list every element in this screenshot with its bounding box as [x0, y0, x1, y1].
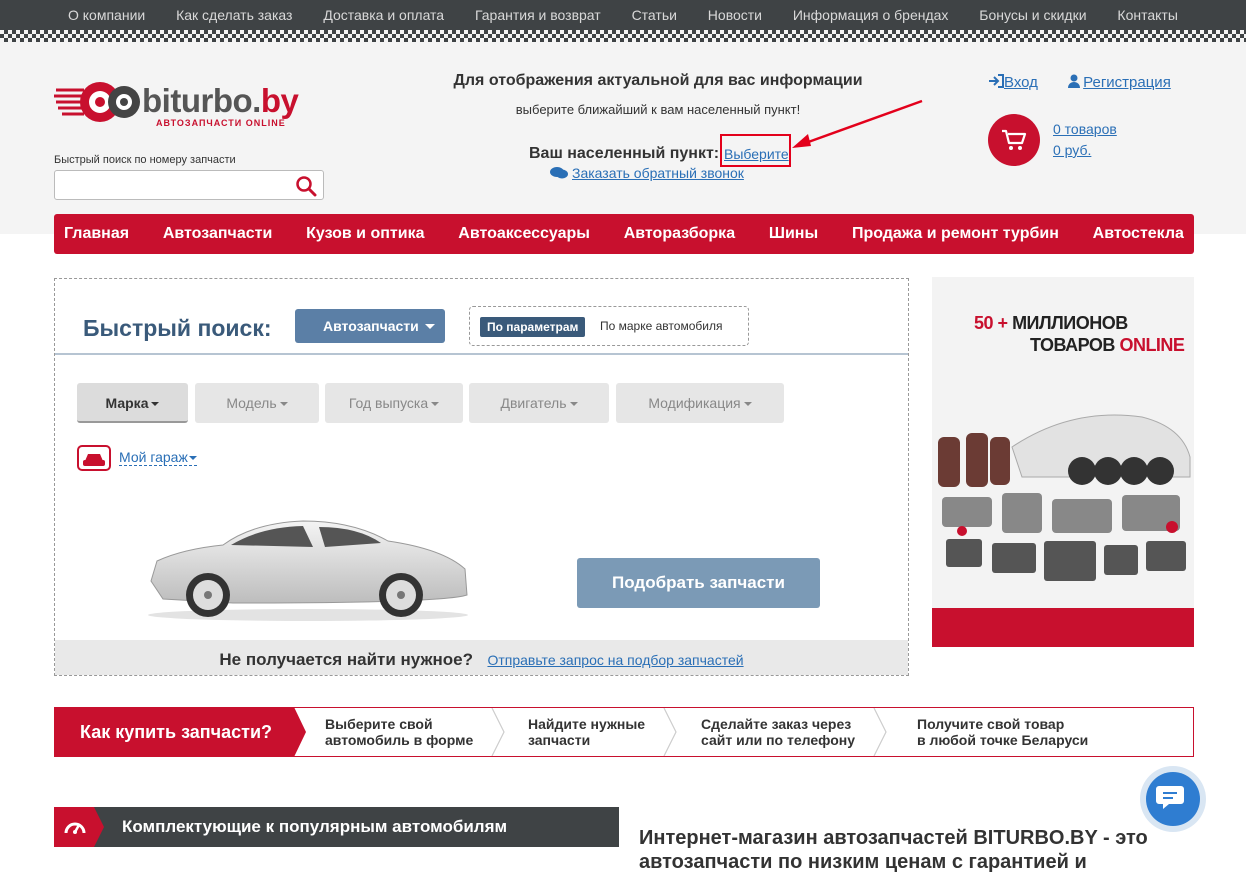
user-icon: [1067, 74, 1083, 88]
pick-parts-button[interactable]: Подобрать запчасти: [577, 558, 820, 608]
logo-tagline: АВТОЗАПЧАСТИ ONLINE: [156, 118, 286, 128]
quick-search-panel: Быстрый поиск: Автозапчасти По параметра…: [54, 278, 909, 676]
location-prompt-title: Для отображения актуальной для вас инфор…: [453, 72, 863, 89]
turbo-logo-icon: [54, 82, 140, 122]
site-logo[interactable]: biturbo.by АВТОЗАПЧАСТИ ONLINE: [54, 76, 324, 132]
checkered-divider: [0, 30, 1246, 42]
chat-icon: [1156, 786, 1184, 809]
mode-by-params[interactable]: По параметрам: [480, 317, 586, 337]
menu-glass[interactable]: Автостекла: [1093, 225, 1184, 243]
topnav-news[interactable]: Новости: [708, 7, 762, 23]
my-garage-link[interactable]: Мой гараж: [119, 449, 197, 466]
divider: [55, 353, 908, 355]
request-parts-link[interactable]: Отправьте запрос на подбор запчастей: [487, 652, 743, 668]
login-icon: [988, 74, 1004, 88]
chevron-down-icon: [188, 456, 197, 460]
search-label: Быстрый поиск по номеру запчасти: [54, 154, 236, 166]
step-3: Сделайте заказ через сайт или по телефону: [701, 716, 855, 748]
annotation-arrow-icon: [792, 99, 923, 148]
popular-cars-header: Комплектующие к популярным автомобилям: [54, 807, 619, 847]
parts-collage-image: [938, 414, 1191, 581]
menu-home[interactable]: Главная: [64, 225, 129, 243]
step-2: Найдите нужные запчасти: [528, 716, 646, 748]
step-separator-icon: [663, 708, 677, 756]
popular-cars-title: Комплектующие к популярным автомобилям: [122, 817, 508, 836]
filter-engine[interactable]: Двигатель: [469, 383, 609, 423]
site-header: biturbo.by АВТОЗАПЧАСТИ ONLINE Быстрый п…: [0, 42, 1246, 234]
topnav-bonuses[interactable]: Бонусы и скидки: [979, 7, 1086, 23]
callback-link[interactable]: Заказать обратный звонок: [550, 165, 744, 181]
city-select-link[interactable]: Выберите: [720, 134, 791, 167]
topnav-articles[interactable]: Статьи: [632, 7, 677, 23]
step-separator-icon: [491, 708, 505, 756]
category-dropdown-label: Автозапчасти: [323, 318, 419, 334]
top-navigation: О компании Как сделать заказ Доставка и …: [0, 0, 1246, 30]
topnav-contacts[interactable]: Контакты: [1117, 7, 1177, 23]
filter-model[interactable]: Модель: [195, 383, 319, 423]
callback-label: Заказать обратный звонок: [572, 165, 744, 181]
request-question: Не получается найти нужное?: [219, 650, 474, 669]
search-icon[interactable]: [295, 175, 317, 197]
mode-by-car-brand[interactable]: По марке автомобиля: [600, 319, 722, 333]
step-1: Выберите свой автомобиль в форме: [325, 716, 474, 748]
banner-headline: 50 + МИЛЛИОНОВ: [974, 313, 1128, 333]
garage-car-icon[interactable]: [77, 445, 111, 471]
logo-brand-text: biturbo.by: [142, 82, 299, 119]
filter-year[interactable]: Год выпуска: [325, 383, 463, 423]
part-number-search: [54, 170, 324, 200]
auth-links: Вход Регистрация: [988, 74, 1171, 91]
cart-summary: 0 товаров 0 руб.: [1053, 119, 1117, 161]
request-footer: Не получается найти нужное? Отправьте за…: [55, 640, 908, 675]
cart-icon: [1002, 129, 1027, 150]
menu-autoparts[interactable]: Автозапчасти: [163, 225, 272, 243]
chat-widget-button[interactable]: [1140, 766, 1206, 832]
topnav-brands[interactable]: Информация о брендах: [793, 7, 949, 23]
topnav-how-to-order[interactable]: Как сделать заказ: [176, 7, 292, 23]
cart-sum[interactable]: 0 руб.: [1053, 140, 1117, 161]
step-separator-icon: [873, 708, 887, 756]
seo-heading: Интернет-магазин автозапчастей BITURBO.B…: [639, 827, 1148, 873]
chevron-down-icon: [425, 324, 435, 329]
cart-items-count[interactable]: 0 товаров: [1053, 119, 1117, 140]
quick-search-title: Быстрый поиск:: [83, 315, 272, 341]
menu-accessories[interactable]: Автоаксессуары: [458, 225, 590, 243]
login-link[interactable]: Вход: [1004, 74, 1038, 91]
menu-turbines[interactable]: Продажа и ремонт турбин: [852, 225, 1059, 243]
menu-dismantling[interactable]: Авторазборка: [624, 225, 735, 243]
city-label: Ваш населенный пункт:: [529, 145, 720, 162]
menu-tires[interactable]: Шины: [769, 225, 818, 243]
chat-bubbles-icon: [550, 167, 568, 179]
search-input[interactable]: [55, 171, 285, 199]
search-mode-toggle: По параметрам По марке автомобиля: [469, 306, 749, 346]
cart-button[interactable]: [988, 114, 1040, 166]
category-dropdown[interactable]: Автозапчасти: [295, 309, 445, 343]
car-image: [148, 520, 468, 621]
register-link[interactable]: Регистрация: [1083, 74, 1171, 91]
how-to-buy-title: Как купить запчасти?: [54, 707, 306, 757]
menu-body-optics[interactable]: Кузов и оптика: [306, 225, 424, 243]
promo-banner[interactable]: 50 + МИЛЛИОНОВ ТОВАРОВ ONLINE: [932, 277, 1194, 647]
topnav-warranty[interactable]: Гарантия и возврат: [475, 7, 601, 23]
speedometer-icon: [64, 822, 86, 834]
topnav-about[interactable]: О компании: [68, 7, 145, 23]
filter-brand[interactable]: Марка: [77, 383, 188, 423]
filter-modification[interactable]: Модификация: [616, 383, 784, 423]
banner-red-strip: [932, 608, 1194, 647]
how-to-buy-bar: Как купить запчасти? Выберите свой автомо…: [54, 707, 1194, 757]
banner-subline: ТОВАРОВ ONLINE: [1030, 335, 1185, 355]
main-menu: Главная Автозапчасти Кузов и оптика Авто…: [54, 214, 1194, 254]
topnav-delivery[interactable]: Доставка и оплата: [323, 7, 444, 23]
step-4: Получите свой товар в любой точке Беларус…: [917, 716, 1089, 748]
